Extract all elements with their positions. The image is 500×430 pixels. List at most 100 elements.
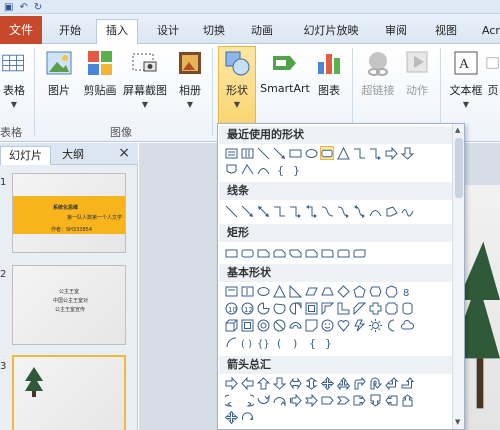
teardrop-icon[interactable] — [288, 301, 302, 315]
elbow-connector-icon[interactable] — [272, 204, 286, 218]
left-brace-icon[interactable]: { — [304, 335, 318, 349]
curved-down-arrow-icon[interactable] — [272, 393, 286, 407]
dropdown-scrollbar[interactable]: ▲ ▼ — [452, 124, 464, 429]
sun-icon[interactable] — [368, 318, 382, 332]
tab-slides[interactable]: 幻灯片 — [0, 146, 51, 165]
right-brace-icon[interactable]: } — [320, 335, 334, 349]
line-icon[interactable] — [256, 146, 270, 160]
right-arrow-icon[interactable] — [384, 146, 398, 160]
rounded-rectangle-icon[interactable] — [320, 146, 334, 160]
elbow-connector-icon[interactable] — [352, 146, 366, 160]
snip-rectangle-3-icon[interactable] — [288, 246, 302, 260]
diagonal-stripe-icon[interactable] — [352, 301, 366, 315]
action-button[interactable]: 动作 — [400, 48, 434, 98]
curve-icon[interactable] — [256, 162, 270, 176]
bent-line-icon[interactable] — [240, 162, 254, 176]
hyperlink-button[interactable]: 超链接 — [358, 48, 398, 98]
textbox-button[interactable]: A 文本框 ▼ — [446, 48, 486, 109]
double-brace-icon[interactable]: {} — [256, 335, 270, 349]
triangle-icon[interactable] — [272, 284, 286, 298]
oval-icon[interactable] — [256, 284, 270, 298]
pie-icon[interactable] — [256, 301, 270, 315]
circular-arrow-icon[interactable] — [240, 410, 254, 424]
left-right-up-arrow-icon[interactable] — [336, 376, 350, 390]
curved-up-arrow-icon[interactable] — [256, 393, 270, 407]
striped-right-arrow-icon[interactable] — [288, 393, 302, 407]
trapezoid-icon[interactable] — [320, 284, 334, 298]
vertical-textbox-icon[interactable] — [240, 284, 254, 298]
chevron-icon[interactable] — [336, 393, 350, 407]
notched-right-arrow-icon[interactable] — [304, 393, 318, 407]
cross-icon[interactable] — [368, 301, 382, 315]
left-up-arrow-icon[interactable] — [384, 376, 398, 390]
table-button[interactable]: 表格 ▼ — [0, 48, 28, 109]
right-arrow-callout-icon[interactable] — [352, 393, 366, 407]
half-frame-icon[interactable] — [320, 301, 334, 315]
smartart-button[interactable]: SmartArt — [260, 48, 310, 95]
cloud-icon[interactable] — [400, 318, 414, 332]
left-arrow-callout-icon[interactable] — [384, 393, 398, 407]
tab-transitions[interactable]: 切换 — [196, 20, 232, 44]
donut-icon[interactable] — [256, 318, 270, 332]
tab-design[interactable]: 设计 — [150, 20, 186, 44]
arrow-line-icon[interactable] — [272, 146, 286, 160]
quad-arrow-callout-icon[interactable] — [224, 410, 238, 424]
left-right-arrow-icon[interactable] — [288, 376, 302, 390]
oval-icon[interactable] — [304, 146, 318, 160]
slide-thumbnail-selected[interactable] — [12, 355, 126, 430]
bevel-icon[interactable] — [240, 318, 254, 332]
plaque-icon[interactable] — [384, 301, 398, 315]
rectangle-icon[interactable] — [224, 246, 238, 260]
rectangle-icon[interactable] — [288, 146, 302, 160]
album-button[interactable]: 相册 ▼ — [174, 48, 206, 109]
arrow-line-icon[interactable] — [240, 204, 254, 218]
left-arrow-icon[interactable] — [240, 376, 254, 390]
arc-icon[interactable] — [224, 335, 238, 349]
bent-arrow-icon[interactable] — [352, 376, 366, 390]
freeform-icon[interactable] — [384, 204, 398, 218]
double-arrow-line-icon[interactable] — [256, 204, 270, 218]
scroll-up-icon[interactable]: ▲ — [455, 126, 460, 134]
tab-view[interactable]: 视图 — [428, 20, 464, 44]
scrollbar-thumb[interactable] — [455, 138, 463, 198]
slide-thumbnail[interactable]: 公主王室 中国公主王室对 公主王室宣传 — [12, 265, 126, 345]
round-same-side-icon[interactable] — [336, 246, 350, 260]
tab-acrobat[interactable]: Acr — [476, 20, 500, 44]
tab-file[interactable]: 文件 — [0, 16, 42, 44]
up-down-arrow-icon[interactable] — [304, 376, 318, 390]
elbow-double-arrow-icon[interactable] — [304, 204, 318, 218]
snip-rectangle-icon[interactable] — [256, 246, 270, 260]
frame-icon[interactable] — [304, 301, 318, 315]
no-symbol-icon[interactable] — [272, 318, 286, 332]
clipart-button[interactable]: 剪贴画 — [80, 48, 120, 98]
round-snip-rectangle-icon[interactable] — [304, 246, 318, 260]
flowchart-icon[interactable] — [224, 162, 238, 176]
down-arrow-callout-icon[interactable] — [368, 393, 382, 407]
curved-arrow-icon[interactable] — [336, 204, 350, 218]
tab-slideshow[interactable]: 幻灯片放映 — [296, 20, 366, 44]
undo-icon[interactable]: ↶ — [19, 2, 27, 13]
pentagon-arrow-icon[interactable] — [320, 393, 334, 407]
textbox-shape-icon[interactable] — [224, 284, 238, 298]
octagon-icon[interactable]: 8 — [400, 284, 414, 298]
left-bracket-icon[interactable]: ( — [272, 335, 286, 349]
elbow-arrow-icon[interactable] — [368, 146, 382, 160]
up-arrow-icon[interactable] — [256, 376, 270, 390]
round-single-corner-icon[interactable] — [320, 246, 334, 260]
elbow-arrow-icon[interactable] — [288, 204, 302, 218]
bent-up-arrow-icon[interactable] — [400, 376, 414, 390]
can-icon[interactable] — [400, 301, 414, 315]
line-icon[interactable] — [224, 204, 238, 218]
header-button[interactable]: 页 — [486, 48, 500, 98]
slide-thumbnail[interactable]: 系统化思维 第一队人数第一个人文学 作者：SH333854 — [12, 173, 126, 253]
textbox-shape-icon[interactable] — [224, 146, 238, 160]
chord-icon[interactable] — [272, 301, 286, 315]
tab-home[interactable]: 开始 — [52, 20, 88, 44]
up-arrow-callout-icon[interactable] — [400, 393, 414, 407]
lightning-icon[interactable] — [352, 318, 366, 332]
dodecagon-icon[interactable]: 12 — [240, 301, 254, 315]
diamond-icon[interactable] — [336, 284, 350, 298]
right-triangle-icon[interactable] — [288, 284, 302, 298]
curved-double-arrow-icon[interactable] — [352, 204, 366, 218]
pentagon-icon[interactable] — [352, 284, 366, 298]
